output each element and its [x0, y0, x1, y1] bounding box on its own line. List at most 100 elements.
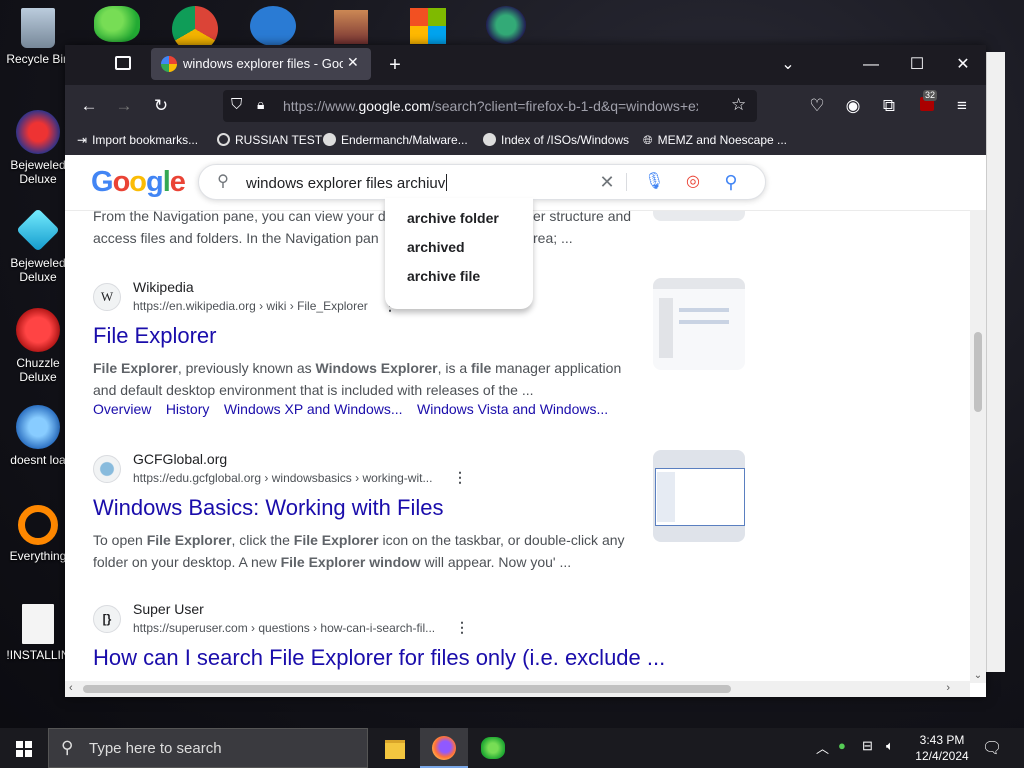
- desktop-icon-label: Bejeweled Deluxe: [10, 256, 66, 284]
- bookmark-memz[interactable]: 🌐︎ MEMZ and Noescape ...: [643, 133, 787, 148]
- file-explorer-thumbnail[interactable]: [653, 278, 745, 370]
- network-icon[interactable]: ⊟: [862, 738, 873, 754]
- people-icon[interactable]: [94, 6, 140, 42]
- desktop-icon-chuzzle[interactable]: Chuzzle Deluxe: [6, 308, 70, 384]
- menu-hamburger-icon[interactable]: ≡: [948, 93, 976, 119]
- sitelink-history[interactable]: History: [166, 401, 210, 417]
- back-arrow-icon[interactable]: ←: [75, 93, 103, 119]
- people-taskbar-icon[interactable]: [469, 728, 517, 768]
- tracking-shield-icon[interactable]: ⛉: [231, 96, 242, 113]
- windows-basics-thumbnail[interactable]: [653, 450, 745, 542]
- result-site-name[interactable]: Wikipedia: [133, 279, 194, 295]
- result-site-name[interactable]: GCFGlobal.org: [133, 451, 227, 467]
- list-all-tabs-chevron-icon[interactable]: ⌄: [776, 53, 800, 77]
- horizontal-scrollbar[interactable]: ‹ ›: [65, 681, 970, 697]
- scroll-down-chevron-icon[interactable]: ⌄: [972, 670, 984, 681]
- tab-google-search[interactable]: windows explorer files - Google Search ✕: [151, 48, 371, 80]
- sitelink-windows-vista[interactable]: Windows Vista and Windows...: [417, 401, 608, 417]
- snippet-line: access files and folders. In the Navigat…: [93, 230, 379, 246]
- tab-list-icon[interactable]: [115, 56, 131, 70]
- volume-icon[interactable]: 🔈︎: [886, 738, 894, 754]
- close-window-button[interactable]: ✕: [951, 53, 975, 77]
- file-explorer-taskbar-icon[interactable]: [371, 728, 419, 768]
- previous-result-snippet: From the Navigation pane, you can view y…: [93, 205, 638, 249]
- google-logo[interactable]: Google: [91, 166, 186, 199]
- desktop-icon-label: !INSTALLIN: [6, 648, 70, 662]
- pocket-icon[interactable]: ♡: [803, 93, 831, 119]
- wikipedia-favicon-icon: W: [93, 283, 121, 311]
- character-icon[interactable]: [486, 6, 526, 44]
- search-button-icon[interactable]: ⚲: [721, 172, 741, 192]
- desktop-icon-everything[interactable]: Everything: [6, 505, 70, 563]
- sitelink-windows-xp[interactable]: Windows XP and Windows...: [224, 401, 403, 417]
- desktop-icon-bejeweled-2[interactable]: Bejeweled Deluxe: [6, 208, 70, 284]
- new-tab-button[interactable]: +: [383, 53, 407, 77]
- ublock-extension-icon[interactable]: 32: [913, 90, 941, 119]
- result-title[interactable]: File Explorer: [93, 323, 216, 349]
- snippet-text: , is a: [437, 360, 472, 376]
- bookmark-import[interactable]: ⇥ Import bookmarks...: [77, 133, 198, 147]
- extension-badge: 32: [923, 90, 938, 101]
- scrollbar-thumb[interactable]: [974, 332, 982, 412]
- url-text[interactable]: https://www.google.com/search?client=fir…: [283, 98, 698, 114]
- snippet-line-end: rea; ...: [533, 230, 573, 246]
- forward-arrow-icon[interactable]: →: [110, 93, 138, 119]
- result-title[interactable]: Windows Basics: Working with Files: [93, 495, 443, 521]
- google-lens-icon[interactable]: ◎: [683, 172, 703, 192]
- microphone-icon[interactable]: 🎙︎: [644, 172, 664, 192]
- google-favicon-icon: [161, 56, 177, 72]
- firefox-taskbar-icon[interactable]: [420, 728, 468, 768]
- desktop-icon-installin[interactable]: !INSTALLIN: [6, 604, 70, 662]
- scroll-left-chevron-icon[interactable]: ‹: [69, 682, 73, 694]
- search-divider: [626, 173, 627, 191]
- address-bar[interactable]: ⛉ 🔒︎ https://www.google.com/search?clien…: [223, 90, 757, 122]
- taskbar-clock[interactable]: 3:43 PM 12/4/2024: [912, 732, 972, 764]
- desktop-icon-recycle-bin[interactable]: Recycle Bin: [6, 8, 70, 66]
- winrar-icon[interactable]: [334, 10, 368, 44]
- account-icon[interactable]: ◉: [839, 93, 867, 119]
- clock-time: 3:43 PM: [919, 733, 965, 747]
- bookmark-russian-test[interactable]: RUSSIAN TEST: [217, 133, 322, 147]
- desktop-icon-thunderbird[interactable]: doesnt loa: [6, 405, 70, 467]
- bookmark-star-icon[interactable]: ☆: [731, 95, 746, 115]
- result-more-options-icon[interactable]: ⋮: [453, 469, 467, 486]
- result-more-options-icon[interactable]: ⋮: [455, 619, 469, 636]
- result-site-name[interactable]: Super User: [133, 601, 204, 617]
- result-url[interactable]: https://en.wikipedia.org › wiki › File_E…: [133, 299, 368, 313]
- windows-start-icon[interactable]: [0, 728, 48, 768]
- snippet-bold: File Explorer window: [280, 554, 421, 570]
- microsoft-icon[interactable]: [410, 8, 446, 44]
- globe-icon: 🌐︎: [643, 133, 653, 147]
- result-snippet: File Explorer, previously known as Windo…: [93, 357, 638, 401]
- scrollbar-thumb[interactable]: [83, 685, 731, 693]
- scroll-right-chevron-icon[interactable]: ›: [946, 682, 950, 694]
- bookmark-label: RUSSIAN TEST: [235, 133, 323, 147]
- suggestion-item[interactable]: archive file: [407, 268, 480, 284]
- sitelink-overview[interactable]: Overview: [93, 401, 151, 417]
- minimize-button[interactable]: —: [859, 53, 883, 77]
- clear-search-icon[interactable]: ✕: [597, 172, 617, 192]
- reload-icon[interactable]: ↻: [147, 93, 175, 119]
- close-tab-icon[interactable]: ✕: [347, 54, 359, 71]
- bookmark-isos[interactable]: Index of /ISOs/Windows: [483, 133, 629, 147]
- suggestion-item[interactable]: archived: [407, 239, 465, 255]
- show-hidden-icons-chevron-icon[interactable]: ︿: [816, 738, 829, 757]
- vertical-scrollbar[interactable]: ⌄: [970, 210, 986, 683]
- navigation-toolbar: ← → ↻ ⛉ 🔒︎ https://www.google.com/search…: [65, 85, 986, 127]
- extensions-puzzle-icon[interactable]: ⧉: [875, 93, 903, 119]
- google-search-box[interactable]: ⚲ windows explorer files archiuv ✕ 🎙︎ ◎ …: [198, 164, 766, 200]
- bookmark-endermanch[interactable]: Endermanch/Malware...: [323, 133, 468, 147]
- lock-icon[interactable]: 🔒︎: [257, 96, 264, 113]
- taskbar-search-box[interactable]: ⚲ Type here to search: [48, 728, 368, 768]
- app-icon-p[interactable]: [250, 6, 296, 46]
- result-title[interactable]: How can I search File Explorer for files…: [93, 645, 665, 671]
- maximize-button[interactable]: ☐: [905, 53, 929, 77]
- result-url[interactable]: https://edu.gcfglobal.org › windowsbasic…: [133, 471, 432, 485]
- people-tray-icon[interactable]: ●: [838, 738, 846, 753]
- suggestion-item[interactable]: archive folder: [407, 210, 499, 226]
- result-url[interactable]: https://superuser.com › questions › how-…: [133, 621, 435, 635]
- desktop-icon-bejeweled-1[interactable]: Bejeweled Deluxe: [6, 110, 70, 186]
- notifications-icon[interactable]: 🗨︎: [982, 738, 1002, 758]
- snippet-text: , click the: [231, 532, 294, 548]
- search-query[interactable]: windows explorer files archiuv: [246, 174, 448, 192]
